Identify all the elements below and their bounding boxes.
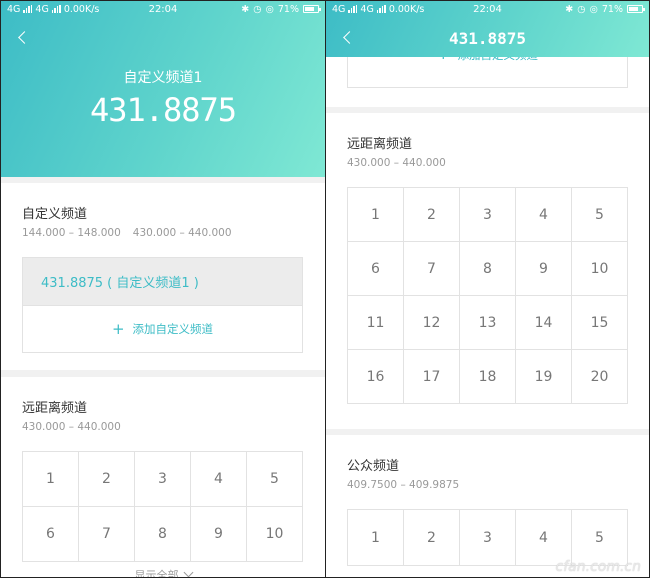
alarm-icon: ◷	[253, 3, 262, 15]
channel-cell[interactable]: 15	[572, 296, 628, 350]
channel-cell[interactable]: 7	[404, 242, 460, 296]
channel-cell[interactable]: 8	[135, 507, 191, 562]
channel-cell[interactable]: 6	[23, 507, 79, 562]
channel-cell[interactable]: 16	[348, 350, 404, 404]
current-frequency: 431.8875	[89, 91, 237, 129]
network-label-2: 4G	[35, 3, 49, 15]
channel-cell[interactable]: 9	[191, 507, 247, 562]
custom-channel-list: 431.8875 ( 自定义频道1 ) + 添加自定义频道	[22, 257, 303, 353]
frequency-range: 430.000 – 440.000	[347, 157, 446, 169]
channel-cell[interactable]: 1	[348, 510, 404, 566]
signal-icon	[348, 5, 358, 13]
alarm-icon: ◷	[577, 3, 586, 15]
channel-cell[interactable]: 4	[191, 452, 247, 507]
signal-icon	[376, 5, 386, 13]
remote-channel-card: 远距离频道 430.000 – 440.000 1 2 3 4 5 6 7 8 9 10 11 12 1…	[326, 113, 649, 429]
clock: 22:04	[473, 3, 502, 15]
section-title: 远距离频道	[22, 401, 88, 416]
channel-cell[interactable]: 3	[135, 452, 191, 507]
channel-cell[interactable]: 13	[460, 296, 516, 350]
channel-cell[interactable]: 10	[572, 242, 628, 296]
back-arrow-icon[interactable]	[17, 31, 31, 45]
channel-cell[interactable]: 7	[79, 507, 135, 562]
network-label: 4G	[332, 3, 346, 15]
right-screen: 4G 4G 0.00K/s 22:04 ✱ ◷ ◎ 71% 431.8875 +…	[326, 1, 649, 577]
channel-cell[interactable]: 2	[404, 188, 460, 242]
add-custom-channel-label: 添加自定义频道	[132, 322, 214, 336]
signal-icon	[51, 5, 61, 13]
channel-cell[interactable]: 12	[404, 296, 460, 350]
channel-grid: 12345	[347, 509, 628, 566]
section-title: 公众频道	[347, 459, 400, 474]
status-bar: 4G 4G 0.00K/s 22:04 ✱ ◷ ◎ 71%	[1, 1, 325, 17]
plus-icon: +	[111, 320, 125, 338]
custom-channel-item[interactable]: 431.8875 ( 自定义频道1 )	[23, 258, 302, 305]
current-frequency: 431.8875	[448, 29, 527, 48]
battery-icon	[627, 5, 645, 13]
location-icon: ◎	[265, 3, 274, 15]
clock: 22:04	[148, 3, 178, 15]
channel-cell[interactable]: 14	[516, 296, 572, 350]
add-custom-channel-button[interactable]: + 添加自定义频道	[23, 305, 302, 352]
bluetooth-icon: ✱	[565, 3, 574, 15]
chevron-down-icon	[183, 567, 193, 577]
network-label: 4G	[7, 3, 21, 15]
channel-cell[interactable]: 4	[516, 188, 572, 242]
channel-cell[interactable]: 18	[460, 350, 516, 404]
channel-cell[interactable]: 5	[247, 452, 303, 507]
watermark: cfan.com.cn	[555, 559, 641, 575]
battery-fill	[305, 7, 314, 11]
channel-cell[interactable]: 1	[23, 452, 79, 507]
range-2: 430.000 – 440.000	[132, 227, 232, 239]
status-bar: 4G 4G 0.00K/s 22:04 ✱ ◷ ◎ 71%	[326, 1, 649, 17]
section-title: 远距离频道	[347, 137, 413, 152]
channel-cell[interactable]: 10	[247, 507, 303, 562]
signal-icon	[23, 5, 33, 13]
channel-cell[interactable]: 1	[348, 188, 404, 242]
battery-percent: 71%	[601, 3, 623, 15]
channel-grid: 1 2 3 4 5 6 7 8 9 10	[22, 451, 303, 562]
channel-cell[interactable]: 5	[572, 510, 628, 566]
frequency-range: 430.000 – 440.000	[22, 421, 121, 433]
channel-cell[interactable]: 2	[79, 452, 135, 507]
channel-cell[interactable]: 20	[572, 350, 628, 404]
network-speed: 0.00K/s	[63, 3, 100, 15]
channel-cell[interactable]: 3	[460, 188, 516, 242]
range-1: 144.000 – 148.000	[22, 227, 121, 239]
battery-percent: 71%	[277, 3, 299, 15]
remote-channel-card: 远距离频道 430.000 – 440.000 1 2 3 4 5 6 7 8 9 10 显示全部	[1, 377, 325, 577]
public-channel-card: 公众频道 409.7500 – 409.9875 12345	[326, 435, 649, 577]
show-all-label: 显示全部	[134, 569, 179, 577]
channel-cell[interactable]: 17	[404, 350, 460, 404]
channel-grid: 1 2 3 4 5 6 7 8 9 10 11 12 13 14 15 16 17 18 19 20	[347, 187, 628, 404]
channel-cell[interactable]: 2	[404, 510, 460, 566]
channel-header: 4G 4G 0.00K/s 22:04 ✱ ◷ ◎ 71% 自定义频道1 431…	[1, 1, 325, 177]
custom-channel-card: 自定义频道 144.000 – 148.000 430.000 – 440.000…	[1, 183, 325, 370]
channel-cell[interactable]: 3	[460, 510, 516, 566]
channel-cell[interactable]: 6	[348, 242, 404, 296]
show-all-button[interactable]: 显示全部	[1, 567, 325, 577]
channel-cell[interactable]: 9	[516, 242, 572, 296]
left-screen: 4G 4G 0.00K/s 22:04 ✱ ◷ ◎ 71% 自定义频道1 431…	[1, 1, 325, 577]
channel-header-collapsed: 4G 4G 0.00K/s 22:04 ✱ ◷ ◎ 71% 431.8875	[326, 1, 649, 57]
frequency-range: 409.7500 – 409.9875	[347, 479, 460, 491]
channel-cell[interactable]: 4	[516, 510, 572, 566]
section-title: 自定义频道	[22, 207, 88, 222]
location-icon: ◎	[589, 3, 598, 15]
network-label-2: 4G	[360, 3, 374, 15]
bluetooth-icon: ✱	[241, 3, 250, 15]
channel-cell[interactable]: 19	[516, 350, 572, 404]
channel-cell[interactable]: 5	[572, 188, 628, 242]
network-speed: 0.00K/s	[388, 3, 425, 15]
battery-icon	[303, 5, 321, 13]
current-channel-name: 自定义频道1	[123, 70, 203, 86]
channel-cell[interactable]: 11	[348, 296, 404, 350]
frequency-range: 144.000 – 148.000 430.000 – 440.000	[22, 227, 232, 239]
channel-cell[interactable]: 8	[460, 242, 516, 296]
battery-fill	[629, 7, 638, 11]
